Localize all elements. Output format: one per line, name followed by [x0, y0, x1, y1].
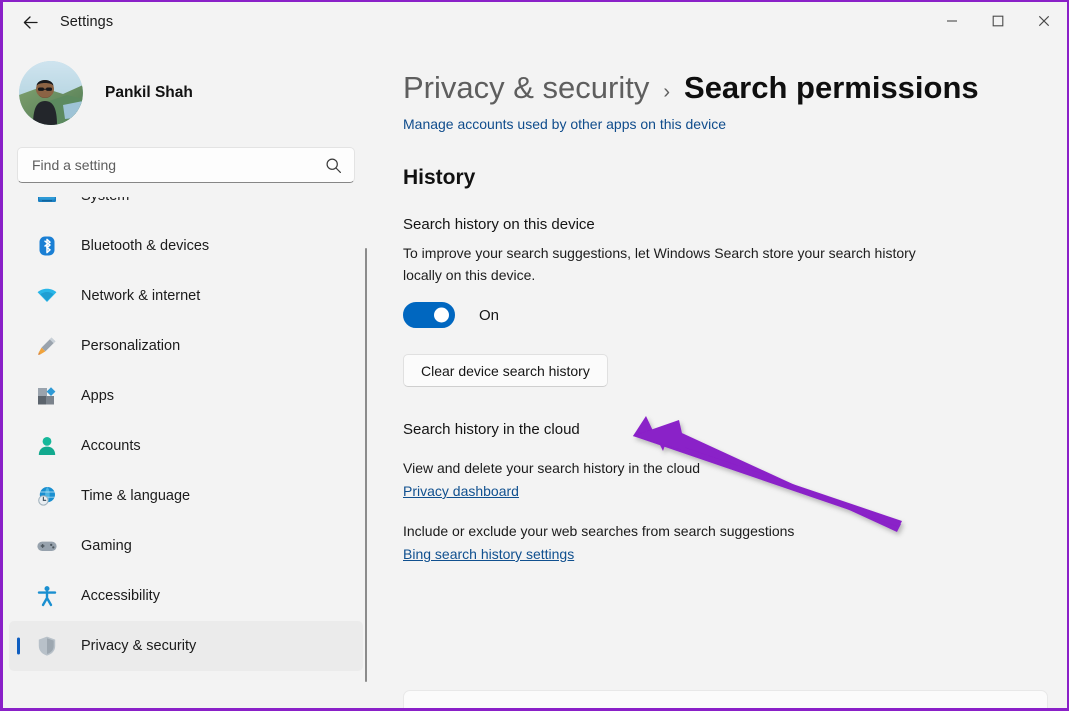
- sidebar-item-label: Privacy & security: [81, 638, 196, 654]
- apps-icon: [35, 384, 59, 408]
- bluetooth-icon: [35, 234, 59, 258]
- sidebar-item-privacy-security[interactable]: Privacy & security: [9, 621, 363, 671]
- sidebar-item-label: Time & language: [81, 488, 190, 504]
- page-title: Search permissions: [684, 70, 979, 106]
- toggle-knob: [434, 308, 449, 323]
- clear-device-search-history-button[interactable]: Clear device search history: [403, 354, 608, 387]
- bing-search-history-settings-link[interactable]: Bing search history settings: [403, 546, 574, 562]
- search-input[interactable]: [32, 157, 325, 173]
- sidebar-item-apps[interactable]: Apps: [9, 371, 363, 421]
- avatar-photo: [19, 61, 83, 125]
- system-icon: [35, 197, 59, 208]
- back-arrow-icon: [21, 13, 40, 32]
- sidebar-item-label: Network & internet: [81, 288, 200, 304]
- window-controls: [929, 2, 1067, 42]
- breadcrumb-separator-icon: ›: [663, 81, 670, 104]
- breadcrumb: Privacy & security › Search permissions: [369, 42, 1067, 106]
- privacy-dashboard-link[interactable]: Privacy dashboard: [403, 483, 519, 499]
- app-title: Settings: [60, 14, 113, 30]
- cloud-history-description: View and delete your search history in t…: [403, 460, 1067, 476]
- sidebar-item-label: Accounts: [81, 438, 141, 454]
- search-history-toggle[interactable]: [403, 302, 455, 328]
- sidebar-item-label: Apps: [81, 388, 114, 404]
- sidebar-item-accounts[interactable]: Accounts: [9, 421, 363, 471]
- sidebar-item-bluetooth-devices[interactable]: Bluetooth & devices: [9, 221, 363, 271]
- toggle-state-label: On: [479, 307, 499, 324]
- sidebar-item-label: Personalization: [81, 338, 180, 354]
- sidebar-item-network-internet[interactable]: Network & internet: [9, 271, 363, 321]
- web-search-description: Include or exclude your web searches fro…: [403, 523, 1067, 539]
- device-history-description: To improve your search suggestions, let …: [403, 242, 933, 286]
- sidebar-item-gaming[interactable]: Gaming: [9, 521, 363, 571]
- sidebar-item-label: Bluetooth & devices: [81, 238, 209, 254]
- close-button[interactable]: [1021, 2, 1067, 40]
- search-box[interactable]: [17, 147, 355, 183]
- breadcrumb-parent[interactable]: Privacy & security: [403, 70, 649, 106]
- minimize-button[interactable]: [929, 2, 975, 40]
- sidebar-item-accessibility[interactable]: Accessibility: [9, 571, 363, 621]
- main-content: Privacy & security › Search permissions …: [369, 42, 1067, 710]
- close-icon: [1038, 15, 1050, 27]
- sidebar-item-time-language[interactable]: Time & language: [9, 471, 363, 521]
- cloud-history-title: Search history in the cloud: [403, 421, 1067, 438]
- gamepad-icon: [35, 534, 59, 558]
- sidebar-item-label: Gaming: [81, 538, 132, 554]
- wifi-icon: [35, 284, 59, 308]
- paintbrush-icon: [35, 334, 59, 358]
- avatar: [19, 61, 83, 125]
- minimize-icon: [946, 15, 958, 27]
- accessibility-icon: [35, 584, 59, 608]
- settings-window: Settings: [0, 0, 1069, 711]
- clock-globe-icon: [35, 484, 59, 508]
- sidebar-item-system[interactable]: System: [9, 197, 363, 221]
- sidebar-scrollbar[interactable]: [365, 248, 367, 682]
- search-icon: [325, 157, 342, 174]
- settings-card-partial[interactable]: [403, 690, 1048, 710]
- maximize-icon: [992, 15, 1004, 27]
- shield-icon: [35, 634, 59, 658]
- navigation-list: System Bluetooth & devices: [3, 197, 369, 691]
- accounts-icon: [35, 434, 59, 458]
- sidebar-item-label: System: [81, 197, 129, 204]
- device-history-toggle-row: On: [403, 302, 1067, 328]
- back-button[interactable]: [13, 6, 47, 38]
- device-history-title: Search history on this device: [403, 216, 1067, 233]
- sidebar: Pankil Shah System: [3, 42, 369, 710]
- manage-accounts-link[interactable]: Manage accounts used by other apps on th…: [403, 116, 726, 132]
- account-name: Pankil Shah: [105, 84, 193, 102]
- title-bar: Settings: [3, 2, 1067, 42]
- sidebar-item-label: Accessibility: [81, 588, 160, 604]
- sidebar-item-personalization[interactable]: Personalization: [9, 321, 363, 371]
- section-title-history: History: [403, 166, 1067, 190]
- account-section[interactable]: Pankil Shah: [3, 42, 369, 124]
- maximize-button[interactable]: [975, 2, 1021, 40]
